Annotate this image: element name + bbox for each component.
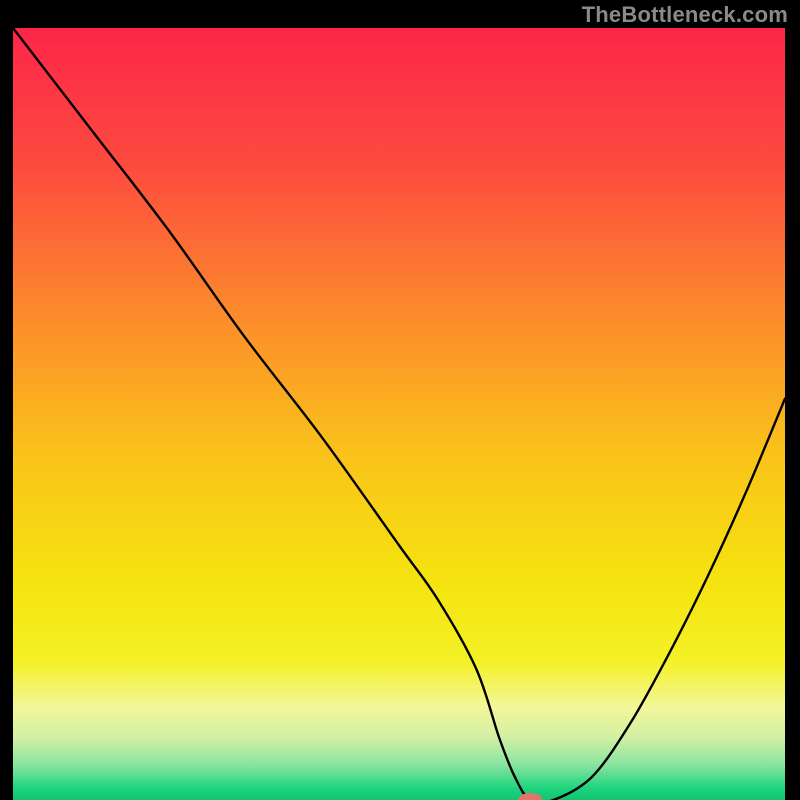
bottleneck-chart: [13, 28, 785, 800]
chart-frame: [13, 28, 785, 800]
watermark-text: TheBottleneck.com: [582, 2, 788, 28]
chart-background: [13, 28, 785, 800]
